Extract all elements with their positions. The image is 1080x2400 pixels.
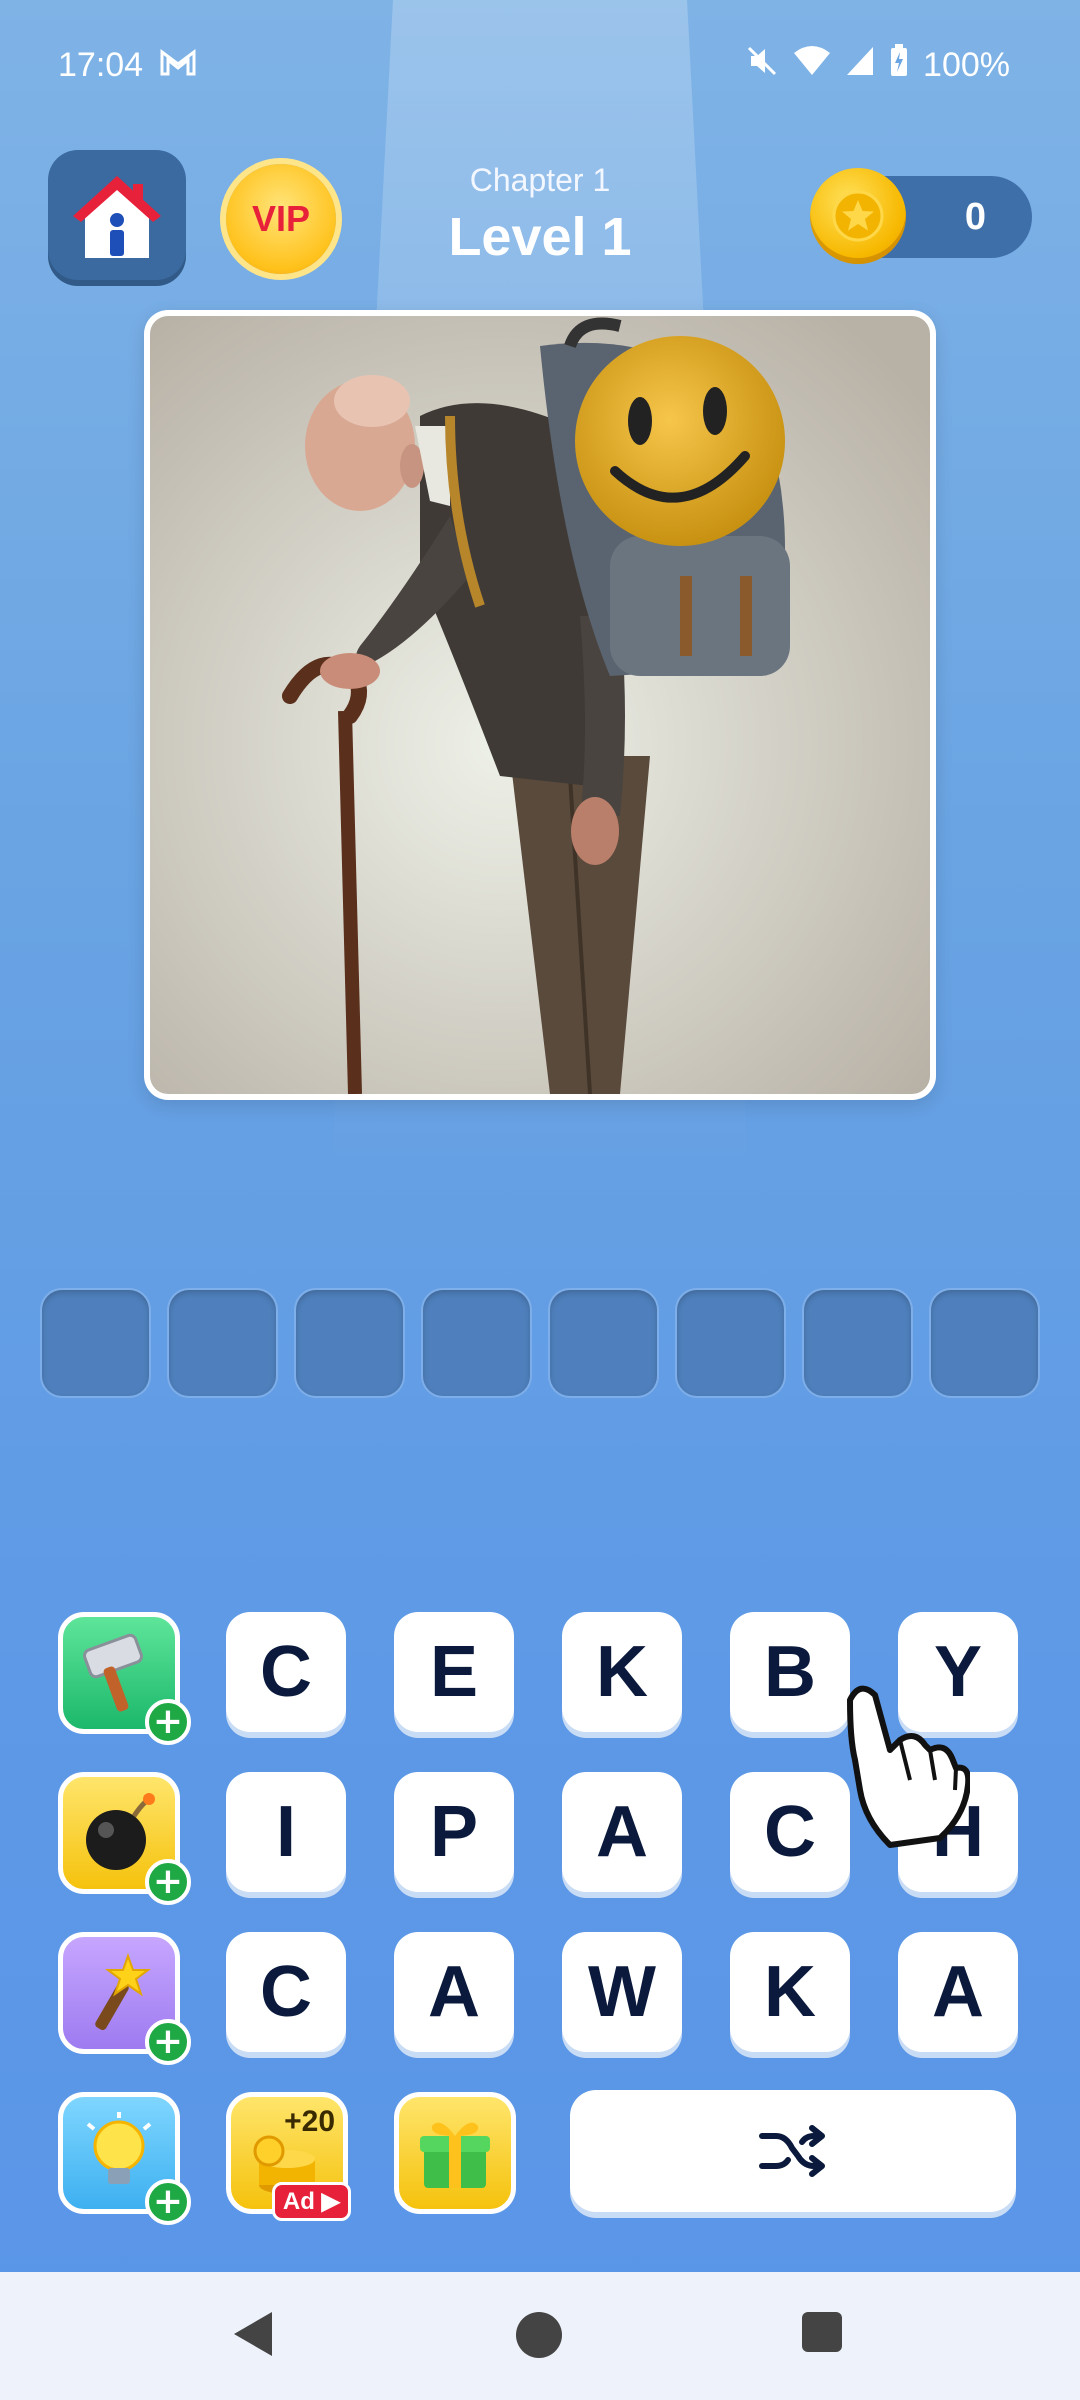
- letter-tile[interactable]: A: [898, 1932, 1018, 2052]
- coin-icon: [810, 168, 906, 264]
- add-wand-icon[interactable]: +: [145, 2019, 191, 2065]
- answer-slots: [42, 1290, 1038, 1400]
- battery-percent: 100%: [923, 45, 1010, 84]
- status-icons: 100%: [745, 44, 1010, 86]
- add-bomb-icon[interactable]: +: [145, 1859, 191, 1905]
- answer-slot[interactable]: [296, 1290, 403, 1396]
- letter-tile[interactable]: A: [394, 1932, 514, 2052]
- mute-icon: [745, 44, 779, 86]
- light-bulb-icon: [86, 2112, 152, 2184]
- letter-tile[interactable]: B: [730, 1612, 850, 1732]
- puzzle-image: [144, 310, 936, 1100]
- answer-slot[interactable]: [423, 1290, 530, 1396]
- letter-tile[interactable]: I: [226, 1772, 346, 1892]
- add-hint-icon[interactable]: +: [145, 2179, 191, 2225]
- back-icon[interactable]: [234, 2312, 272, 2356]
- answer-slot[interactable]: [804, 1290, 911, 1396]
- answer-slot[interactable]: [550, 1290, 657, 1396]
- letter-tile[interactable]: C: [226, 1612, 346, 1732]
- bomb-icon: [86, 1793, 155, 1870]
- hammer-icon: [83, 1633, 143, 1712]
- coins-reward-label: +20: [284, 2105, 335, 2138]
- ad-label: Ad: [282, 2188, 315, 2215]
- bomb-booster-button[interactable]: +: [58, 1772, 191, 1905]
- hint-booster-button[interactable]: +: [58, 2092, 191, 2225]
- magic-wand-icon: [95, 1953, 151, 2031]
- wifi-icon: [793, 45, 831, 85]
- hammer-booster-button[interactable]: +: [58, 1612, 191, 1745]
- signal-icon: [845, 45, 875, 85]
- gmail-icon: [160, 48, 196, 84]
- home-nav-icon[interactable]: [516, 2312, 562, 2358]
- status-time: 17:04: [58, 46, 144, 84]
- recents-icon[interactable]: [802, 2312, 842, 2352]
- letter-tile[interactable]: H: [898, 1772, 1018, 1892]
- answer-slot[interactable]: [42, 1290, 149, 1396]
- navigation-bar: [0, 2272, 1080, 2400]
- gift-icon: [420, 2122, 490, 2188]
- ad-badge: Ad ▶: [271, 2182, 351, 2221]
- add-hammer-icon[interactable]: +: [145, 1699, 191, 1745]
- letter-tile[interactable]: K: [562, 1612, 682, 1732]
- magic-wand-booster-button[interactable]: +: [58, 1932, 191, 2065]
- letter-tile[interactable]: E: [394, 1612, 514, 1732]
- letter-tile[interactable]: A: [562, 1772, 682, 1892]
- watch-ad-coins-button[interactable]: +20 Ad ▶: [226, 2092, 351, 2221]
- answer-slot[interactable]: [677, 1290, 784, 1396]
- answer-slot[interactable]: [169, 1290, 276, 1396]
- letter-tile[interactable]: C: [730, 1772, 850, 1892]
- answer-slot[interactable]: [931, 1290, 1038, 1396]
- old-man-backpack-illustration: [150, 316, 930, 1094]
- coin-count: 0: [964, 196, 986, 238]
- letter-tile[interactable]: Y: [898, 1612, 1018, 1732]
- letter-tile[interactable]: K: [730, 1932, 850, 2052]
- letter-tile[interactable]: P: [394, 1772, 514, 1892]
- shuffle-button[interactable]: [570, 2090, 1016, 2212]
- battery-charging-icon: [889, 44, 909, 86]
- letter-tile[interactable]: C: [226, 1932, 346, 2052]
- shuffle-icon: [759, 2125, 825, 2177]
- gift-button[interactable]: [394, 2092, 516, 2214]
- status-bar: 17:04 100%: [0, 0, 1080, 130]
- letter-tile[interactable]: W: [562, 1932, 682, 2052]
